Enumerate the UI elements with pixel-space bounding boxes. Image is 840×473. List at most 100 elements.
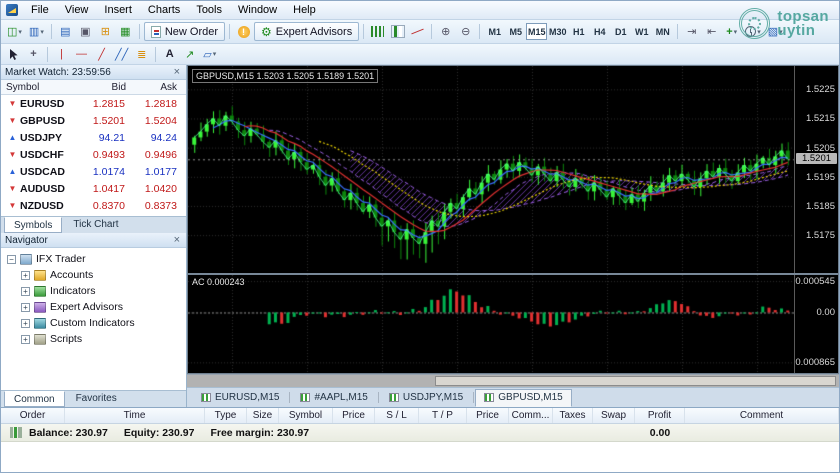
timeframe-m15-button[interactable]: M15: [526, 23, 548, 40]
trendline-tool-button[interactable]: ╱: [92, 45, 111, 64]
navigator-item-accounts[interactable]: + Accounts: [1, 267, 186, 283]
terminal-column-type[interactable]: Type: [205, 408, 247, 423]
menu-window[interactable]: Window: [230, 2, 285, 18]
navigator-item-custom-indicators[interactable]: + Custom Indicators: [1, 315, 186, 331]
main-chart-pane[interactable]: GBPUSD,M15 1.5203 1.5205 1.5189 1.5201: [188, 66, 794, 273]
timeframe-mn-button[interactable]: MN: [652, 23, 673, 40]
market-watch-row-usdjpy[interactable]: ▲ USDJPY 94.21 94.24: [1, 129, 186, 146]
navigator-titlebar[interactable]: Navigator ×: [1, 233, 186, 248]
navigator-item-expert-advisors[interactable]: + Expert Advisors: [1, 299, 186, 315]
timeframe-d1-button[interactable]: D1: [610, 23, 631, 40]
expand-icon[interactable]: +: [21, 286, 30, 296]
indicator-axis[interactable]: 0.000545 0.00 -0.000865: [794, 275, 838, 373]
shift-chart-button[interactable]: ⇤: [702, 22, 721, 41]
menu-charts[interactable]: Charts: [140, 2, 188, 18]
terminal-column-s-l[interactable]: S / L: [375, 408, 419, 423]
timeframe-h4-button[interactable]: H4: [589, 23, 610, 40]
navigator-item-scripts[interactable]: + Scripts: [1, 331, 186, 347]
terminal-column-comment[interactable]: Comment: [685, 408, 839, 423]
chart-tab--aapl-m15[interactable]: #AAPL,M15: [291, 389, 376, 407]
chart-hscrollbar-thumb[interactable]: [434, 376, 836, 386]
navigator-item-indicators[interactable]: + Indicators: [1, 283, 186, 299]
close-icon[interactable]: ×: [172, 234, 182, 245]
templates-button[interactable]: ▧ ▾: [765, 22, 786, 41]
tab-symbols[interactable]: Symbols: [4, 217, 63, 233]
zoom-out-button[interactable]: ⊖: [456, 22, 475, 41]
timeframe-m30-button[interactable]: M30: [547, 23, 568, 40]
market-watch-row-usdcad[interactable]: ▲ USDCAD 1.0174 1.0177: [1, 163, 186, 180]
expert-advisors-button[interactable]: ⚙ Expert Advisors: [254, 22, 360, 41]
vertical-line-tool-button[interactable]: |: [52, 45, 71, 64]
main-chart-canvas[interactable]: [188, 66, 794, 273]
tab-common[interactable]: Common: [4, 391, 65, 407]
arrow-tool-button[interactable]: ↗: [180, 45, 199, 64]
terminal-column-swap[interactable]: Swap: [593, 408, 635, 423]
menu-tools[interactable]: Tools: [188, 2, 230, 18]
new-order-button[interactable]: New Order: [143, 22, 226, 41]
terminal-column-price[interactable]: Price: [333, 408, 375, 423]
menu-view[interactable]: View: [57, 2, 97, 18]
indicator-pane[interactable]: AC 0.000243: [188, 275, 794, 373]
data-window-button[interactable]: ▣: [76, 22, 95, 41]
new-chart-button[interactable]: ◫ ▾: [4, 22, 25, 41]
menu-insert[interactable]: Insert: [96, 2, 140, 18]
bar-chart-mode-button[interactable]: [368, 22, 387, 41]
profiles-button[interactable]: ▥ ▾: [26, 22, 47, 41]
shapes-tool-button[interactable]: ▱ ▾: [200, 45, 219, 64]
timeframe-m5-button[interactable]: M5: [505, 23, 526, 40]
app-icon[interactable]: [6, 4, 18, 16]
terminal-column-taxes[interactable]: Taxes: [553, 408, 593, 423]
indicators-button[interactable]: + ▾: [722, 22, 741, 41]
navigator-button[interactable]: ⊞: [96, 22, 115, 41]
menu-help[interactable]: Help: [285, 2, 324, 18]
channel-tool-button[interactable]: ╱╱: [112, 45, 131, 64]
zoom-in-button[interactable]: ⊕: [436, 22, 455, 41]
chart-tab-usdjpy-m15[interactable]: USDJPY,M15: [380, 389, 472, 407]
terminal-column-symbol[interactable]: Symbol: [279, 408, 333, 423]
terminal-column-price[interactable]: Price: [467, 408, 509, 423]
expand-icon[interactable]: +: [21, 318, 30, 328]
tab-tick-chart[interactable]: Tick Chart: [63, 217, 128, 233]
terminal-column-order[interactable]: Order: [1, 408, 65, 423]
tab-favorites[interactable]: Favorites: [66, 391, 127, 407]
terminal-column-comm-[interactable]: Comm...: [509, 408, 553, 423]
market-watch-column-symbol[interactable]: Symbol: [6, 82, 85, 93]
text-tool-button[interactable]: A: [160, 45, 179, 64]
timeframe-h1-button[interactable]: H1: [568, 23, 589, 40]
chart-tab-eurusd-m15[interactable]: EURUSD,M15: [192, 389, 288, 407]
market-watch-row-eurusd[interactable]: ▼ EURUSD 1.2815 1.2818: [1, 95, 186, 112]
fibonacci-tool-button[interactable]: ≣: [132, 45, 151, 64]
market-watch-row-usdchf[interactable]: ▼ USDCHF 0.9493 0.9496: [1, 146, 186, 163]
navigator-root[interactable]: − IFX Trader: [1, 251, 186, 267]
price-axis[interactable]: 1.5201 1.5225 1.5215 1.5205 1.5195 1.5185 1.5…: [794, 66, 838, 273]
metaeditor-button[interactable]: !: [234, 22, 253, 41]
cursor-tool-button[interactable]: [4, 45, 23, 64]
timeframe-m1-button[interactable]: M1: [484, 23, 505, 40]
timeframe-w1-button[interactable]: W1: [631, 23, 652, 40]
candlestick-mode-button[interactable]: [388, 22, 407, 41]
chart-hscrollbar[interactable]: [187, 374, 839, 387]
expand-icon[interactable]: +: [21, 270, 30, 280]
market-watch-column-bid[interactable]: Bid: [85, 82, 135, 93]
terminal-column-size[interactable]: Size: [247, 408, 279, 423]
chart-tab-gbpusd-m15[interactable]: GBPUSD,M15: [475, 388, 572, 407]
market-watch-row-nzdusd[interactable]: ▼ NZDUSD 0.8370 0.8373: [1, 197, 186, 214]
terminal-button[interactable]: ▦: [116, 22, 135, 41]
menu-file[interactable]: File: [23, 2, 57, 18]
terminal-column-time[interactable]: Time: [65, 408, 205, 423]
crosshair-tool-button[interactable]: +: [24, 45, 43, 64]
balance-row[interactable]: Balance: 230.97 Equity: 230.97 Free marg…: [1, 424, 839, 442]
market-watch-button[interactable]: ▤: [56, 22, 75, 41]
terminal-column-t-p[interactable]: T / P: [419, 408, 467, 423]
line-chart-mode-button[interactable]: [408, 22, 427, 41]
market-watch-row-gbpusd[interactable]: ▼ GBPUSD 1.5201 1.5204: [1, 112, 186, 129]
indicator-canvas[interactable]: [188, 275, 794, 373]
expand-icon[interactable]: +: [21, 302, 30, 312]
terminal-column-profit[interactable]: Profit: [635, 408, 685, 423]
collapse-icon[interactable]: −: [7, 254, 16, 264]
horizontal-line-tool-button[interactable]: —: [72, 45, 91, 64]
market-watch-row-audusd[interactable]: ▼ AUDUSD 1.0417 1.0420: [1, 180, 186, 197]
periods-button[interactable]: ▾: [742, 22, 764, 41]
expand-icon[interactable]: +: [21, 334, 30, 344]
close-icon[interactable]: ×: [172, 66, 182, 77]
